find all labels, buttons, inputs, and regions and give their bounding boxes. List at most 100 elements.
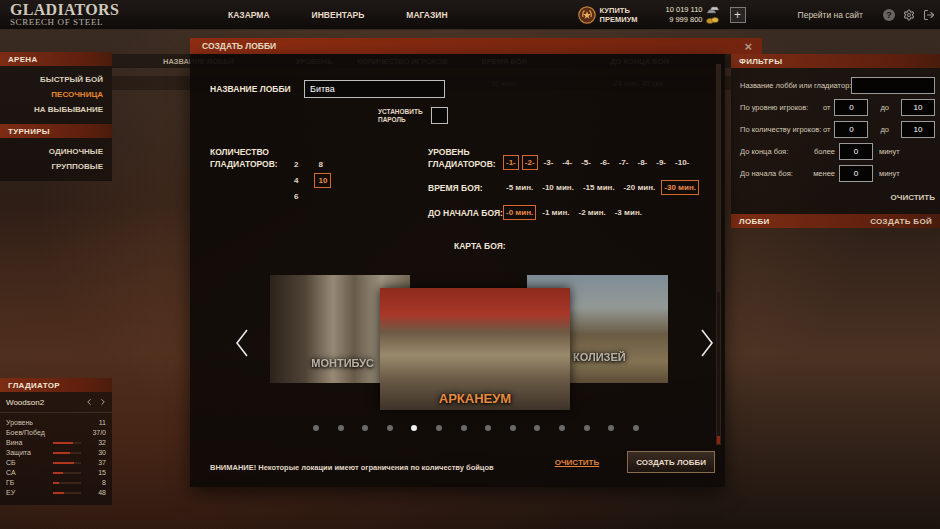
scrollbar-thumb[interactable] — [717, 65, 720, 292]
stat-label: Вина — [6, 439, 50, 447]
site-link[interactable]: Перейти на сайт — [798, 10, 863, 20]
level-option[interactable]: -8- — [634, 155, 650, 170]
lobby-name-input[interactable]: Битва — [304, 80, 445, 98]
count-option[interactable]: 2 — [290, 157, 302, 172]
count-options: 246 810 — [290, 156, 331, 220]
left-sidebar: АРЕНАБЫСТРЫЙ БОЙПЕСОЧНИЦАНА ВЫБЫВАНИЕТУР… — [0, 30, 112, 529]
time-option[interactable]: -15 мин. — [580, 180, 618, 195]
time-option[interactable]: -5 мин. — [503, 180, 536, 195]
from-field[interactable]: 0 — [834, 99, 868, 116]
carousel-dot[interactable] — [461, 425, 467, 431]
carousel-dot[interactable] — [559, 425, 565, 431]
gladiator-switch — [84, 397, 108, 407]
level-option[interactable]: -4- — [559, 155, 575, 170]
currency-amount: 10 019 110 — [666, 5, 720, 14]
level-option[interactable]: -6- — [597, 155, 613, 170]
nav-item[interactable]: ИНВЕНТАРЬ — [312, 10, 365, 20]
to-field[interactable]: 10 — [901, 99, 935, 116]
count-option[interactable]: 8 — [314, 157, 326, 172]
stat-row: Защита30 — [6, 449, 106, 457]
gear-icon[interactable] — [903, 9, 915, 21]
menu-item[interactable]: ГРУППОВЫЕ — [52, 162, 103, 172]
exit-icon[interactable] — [923, 9, 935, 21]
start-option[interactable]: -2 мин. — [575, 205, 608, 220]
logo-title: GLADIATORS — [10, 2, 158, 18]
carousel-dot[interactable] — [534, 425, 540, 431]
create-lobby-button[interactable]: СОЗДАТЬ ЛОББИ — [627, 451, 715, 473]
level-option[interactable]: -10- — [672, 155, 692, 170]
level-option[interactable]: -7- — [616, 155, 632, 170]
lobby-name-label: НАЗВАНИЕ ЛОББИ — [210, 84, 304, 94]
help-icon[interactable]: ? — [883, 9, 895, 21]
menu-list: ОДИНОЧНЫЕ ГРУППОВЫЕ — [0, 138, 112, 181]
time-label: ВРЕМЯ БОЯ: — [428, 183, 503, 193]
count-option[interactable]: 6 — [290, 189, 302, 204]
filters-body: Название лобби или гладиатор:По уровню и… — [731, 68, 940, 214]
clear-filters-button[interactable]: ОЧИСТИТЬ — [891, 187, 935, 210]
minutes-field[interactable]: 0 — [839, 143, 873, 160]
password-checkbox[interactable] — [431, 107, 448, 124]
close-button[interactable]: × — [744, 40, 752, 53]
map-carousel: МОНТИБУСАРКАНЕУМКОЛИЗЕЙ — [235, 273, 715, 413]
map-card[interactable]: АРКАНЕУМ — [380, 288, 570, 410]
add-currency-button[interactable]: + — [730, 7, 746, 23]
carousel-dot[interactable] — [608, 425, 614, 431]
menu-item[interactable]: НА ВЫБЫВАНИЕ — [34, 105, 103, 115]
arrow-left-icon[interactable] — [235, 328, 249, 358]
time-option[interactable]: -20 мин. — [621, 180, 659, 195]
stat-bar — [53, 482, 81, 484]
scrollbar[interactable] — [716, 64, 721, 445]
time-option[interactable]: -10 мин. — [539, 180, 577, 195]
carousel-dot[interactable] — [436, 425, 442, 431]
stat-value: 15 — [84, 469, 106, 477]
start-option[interactable]: -1 мин. — [539, 205, 572, 220]
carousel-dot[interactable] — [584, 425, 590, 431]
carousel-dot[interactable] — [387, 425, 393, 431]
from-field[interactable]: 0 — [834, 121, 868, 138]
menu-item[interactable]: БЫСТРЫЙ БОЙ — [40, 75, 103, 85]
minutes-field[interactable]: 0 — [839, 165, 873, 182]
stat-bar-fill — [53, 442, 73, 444]
next-gladiator-button[interactable] — [98, 397, 108, 407]
filter-row: До начала боя:менее0минут — [740, 165, 935, 182]
options-area: КОЛИЧЕСТВОГЛАДИАТОРОВ:246810УРОВЕНЬГЛАДИ… — [210, 146, 715, 220]
stat-label: Боев/Побед — [6, 429, 50, 437]
level-option[interactable]: -5- — [578, 155, 594, 170]
search-field[interactable] — [851, 77, 935, 94]
menu-item[interactable]: ОДИНОЧНЫЕ — [49, 147, 103, 157]
filter-row: По уровню игроков:от0до10 — [740, 99, 935, 116]
carousel-dot[interactable] — [411, 425, 417, 431]
level-option[interactable]: -1- — [503, 155, 519, 170]
lobby-header: ЛОББИСОЗДАТЬ БОЙ — [731, 214, 940, 228]
chevron-right-icon — [98, 397, 108, 407]
create-battle-button[interactable]: СОЗДАТЬ БОЙ — [870, 217, 932, 226]
carousel-dot[interactable] — [633, 425, 639, 431]
level-option[interactable]: -2- — [522, 155, 538, 170]
clear-button[interactable]: ОЧИСТИТЬ — [555, 458, 599, 467]
menu-item[interactable]: ПЕСОЧНИЦА — [51, 90, 103, 100]
start-option[interactable]: -0 мин. — [503, 205, 536, 220]
carousel-dot[interactable] — [313, 425, 319, 431]
start-option[interactable]: -3 мин. — [612, 205, 645, 220]
carousel-dot[interactable] — [338, 425, 344, 431]
level-option[interactable]: -9- — [653, 155, 669, 170]
to-field[interactable]: 10 — [901, 121, 935, 138]
count-option[interactable]: 10 — [314, 173, 331, 188]
prev-gladiator-button[interactable] — [84, 397, 94, 407]
carousel-dot[interactable] — [485, 425, 491, 431]
nav-item[interactable]: КАЗАРМА — [228, 10, 270, 20]
count-option[interactable]: 4 — [290, 173, 302, 188]
arrow-right-icon[interactable] — [700, 328, 714, 358]
nav-item[interactable]: МАГАЗИН — [406, 10, 447, 20]
time-option[interactable]: -30 мин. — [661, 180, 699, 195]
gladiator-name: Woodson2 — [6, 398, 44, 407]
stat-row: СА15 — [6, 469, 106, 477]
count-label: КОЛИЧЕСТВОГЛАДИАТОРОВ: — [210, 146, 290, 220]
premium-label: КУПИТЬПРЕМИУМ — [600, 6, 638, 24]
premium-button[interactable]: КУПИТЬПРЕМИУМ — [578, 6, 638, 24]
level-option[interactable]: -3- — [541, 155, 557, 170]
carousel-dot[interactable] — [510, 425, 516, 431]
section-header: ТУРНИРЫ — [0, 124, 112, 138]
top-bar: GLADIATORSSCREECH OF STEELКАЗАРМАИНВЕНТА… — [0, 0, 940, 30]
carousel-dot[interactable] — [362, 425, 368, 431]
